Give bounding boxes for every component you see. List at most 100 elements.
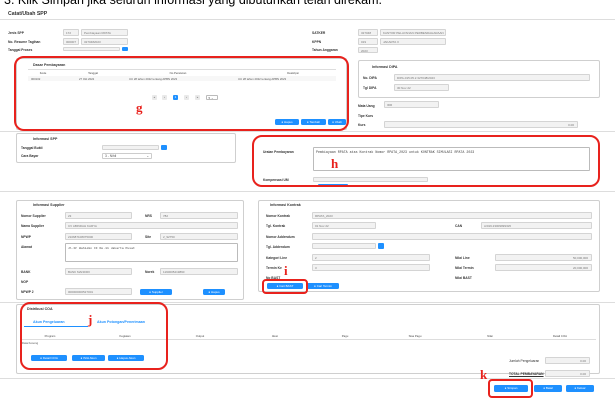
jumlah-pengeluaran-label: Jumlah Pengeluaran [509,359,540,363]
nilai-termin-label: Nilai Termin [455,266,474,270]
nomor-kontrak-label: Nomor Kontrak [266,214,290,218]
tahun-anggaran-label: Tahun Anggaran [312,48,338,52]
npwp2-field: 000000000527001 [65,288,132,295]
nilai-termin-field: 20,000,000 [495,264,592,271]
nomor-supplier-field: 23 [65,212,132,219]
cari-termin-label: Cari Termin [316,284,332,288]
tgl-addendum-label: Tgl. Addendum [266,245,290,249]
nrs-label: NRS [145,214,152,218]
calendar-icon[interactable] [161,145,167,150]
jenis-spp-label: Jenis SPP [8,31,24,35]
site-field: 2_92750 [160,233,238,240]
kategori-line-label: Kategori Line [266,256,288,260]
no-dipa-label: No. DIPA [363,76,377,80]
satker-name-field: KANTOR PELAYANAN PERBENDAHARAAN [380,29,446,36]
marker-g: g [136,100,143,115]
mata-uang-label: Mata Uang [358,104,375,108]
highlight-box-h [252,135,600,187]
site-label: Site [145,235,152,239]
mata-uang-field: IDR [384,101,439,108]
form-title: Catat/Ubah SPP [8,11,48,17]
npwp2-label: NPWP 2 [21,290,34,294]
supplier-button[interactable]: ● Supplier [140,289,172,295]
termin-ke-label: Termin Ke [266,266,282,270]
keluar-label: Keluar [576,386,586,390]
instruction-text: 3. Klik Simpan jika seluruh informasi ya… [4,0,382,7]
informasi-kontrak-title: Informasi Kontrak [270,203,301,207]
hapus-supplier-button[interactable]: ● Hapus [203,289,225,295]
tgl-dipa-field: 30 Nov 22 [394,84,449,91]
highlight-box-g [14,56,349,131]
marker-j: j [88,312,93,327]
nomor-addendum-field [312,233,592,240]
keluar-button[interactable]: ● Keluar [566,385,594,392]
tanggal-bukti-label: Tanggal Bukti [21,146,43,150]
nama-supplier-label: Nama Supplier [21,224,45,228]
highlight-box-k [488,379,533,398]
no-resume-code-field[interactable]: 000007 [63,38,79,45]
nilai-bast-label: Nilai BAST [455,276,472,280]
nrs-field: 782 [160,212,238,219]
norek-field: 1190005219890 [160,268,238,275]
alamat-label: Alamat [21,245,32,249]
coa-col-pagu: Pagu [341,334,349,338]
chevron-down-icon: ⌄ [146,154,149,158]
tanggal-proses-field[interactable] [63,47,120,51]
informasi-dipa-title: Informasi DIPA [372,65,398,69]
calendar-icon[interactable] [378,243,384,249]
section-divider-1 [0,131,615,132]
coa-col-nilai: Nilai [487,334,493,338]
bank-label: BANK [21,270,31,274]
alamat-field: Jl.Dr Wahidin II No.11 Jakarta Pusat [65,243,238,262]
highlight-box-j [20,302,168,370]
tgl-kontrak-field: 01 Nov 22 [312,222,376,229]
nama-supplier-field: CV ABINDAH KARYA [65,222,238,229]
no-resume-label: No. Resume Tagihan [8,40,41,44]
total-pembayaran-field: 0.00 [545,370,590,377]
kppn-name-field: JAKARTA II [380,38,446,45]
can-field: A/019.23009999/0/0 [481,222,592,229]
total-pembayaran-label: TOTAL PEMBAYARAN [509,372,544,376]
jumlah-pengeluaran-field: 0.00 [545,357,590,364]
bank-field: BANK MANDIRI [65,268,132,275]
coa-col-detail: Detail COA [553,334,567,338]
jenis-spp-name-field: Pembiayaan RPATA [81,29,128,36]
kppn-label: KPPN [312,40,322,44]
coa-col-sisa-pagu: Sisa Pagu [408,334,422,338]
kategori-line-field: 2 [312,254,430,261]
npwp-label: NPWP [21,235,31,239]
batal-button[interactable]: ● Batal [534,385,562,392]
jenis-spp-code-field[interactable]: 172 [63,29,79,36]
informasi-spp-title: Informasi SPP [33,137,58,141]
cara-bayar-select[interactable]: 3 - Nihil ⌄ [102,153,152,159]
nop-label: NOP [21,280,29,284]
hapus-supplier-label: Hapus [210,290,220,294]
nomor-addendum-label: Nomor Addendum [266,235,295,239]
tgl-addendum-field[interactable] [312,243,376,249]
nomor-kontrak-field: RPATA_2023 [312,212,592,219]
nilai-line-label: Nilai Line [455,256,470,260]
kurs-field: 0.00 [384,121,578,128]
calendar-icon[interactable] [122,47,128,51]
cari-termin-button[interactable]: ● Cari Termin [307,283,339,289]
kurs-label: Kurs [358,123,366,127]
tahun-anggaran-field: 2023 [358,47,378,53]
supplier-button-label: Supplier [151,290,163,294]
marker-h: h [331,156,339,171]
nilai-line-field: 50,000,000 [495,254,592,261]
title-divider [0,19,615,20]
marker-i: i [284,263,288,278]
tanggal-bukti-field[interactable] [102,145,159,150]
termin-ke-field: 3 [312,264,430,271]
cara-bayar-label: Cara Bayar [21,154,39,158]
tanggal-proses-label: Tanggal Proses [8,48,33,52]
satker-label: SATKER [312,31,326,35]
coa-col-output: Output [195,334,205,338]
tgl-dipa-label: Tgl DIPA [363,86,377,90]
tgl-kontrak-label: Tgl. Kontrak [266,224,286,228]
coa-col-akun: Akun [271,334,279,338]
tipe-kurs-label: Tipe Kurs [358,114,374,118]
satker-code-field: 327048 [358,29,378,36]
batal-label: Batal [545,386,553,390]
highlight-box-i [262,279,308,294]
